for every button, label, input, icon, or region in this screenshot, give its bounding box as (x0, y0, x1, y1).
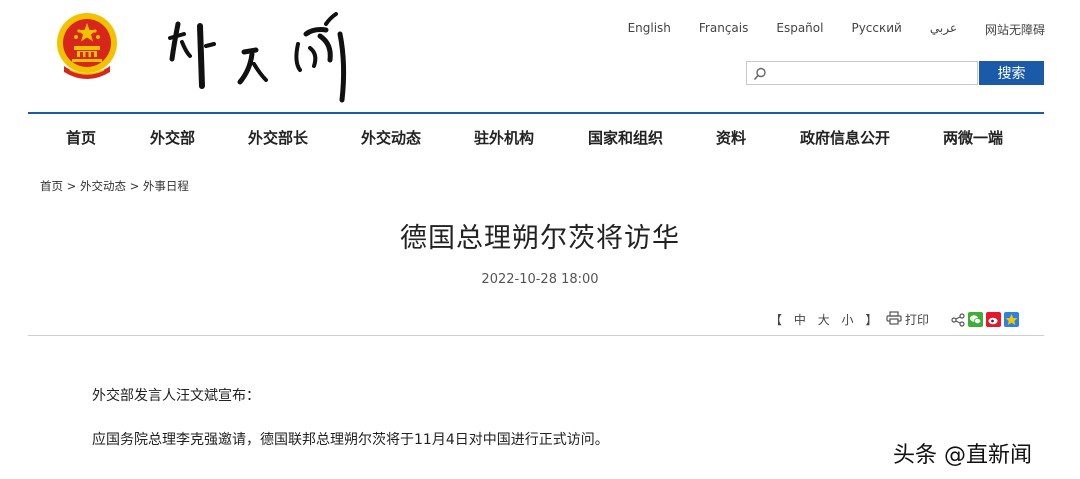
search-button[interactable]: 搜索 (979, 61, 1044, 85)
printer-icon (886, 311, 902, 328)
source-watermark: 头条 @直新闻 (893, 443, 1032, 468)
share-bar (951, 312, 1019, 330)
share-icon[interactable] (951, 312, 965, 330)
weibo-icon[interactable] (986, 312, 1001, 330)
lang-french[interactable]: Français (699, 21, 748, 38)
article-divider (28, 335, 1044, 336)
print-button[interactable]: 打印 (886, 311, 929, 328)
font-size-large-button[interactable]: 大 (818, 313, 830, 327)
nav-item-countries-orgs[interactable]: 国家和组织 (588, 127, 663, 148)
font-size-medium-button[interactable]: 中 (794, 313, 806, 327)
article-paragraph: 应国务院总理李克强邀请，德国联邦总理朔尔茨将于11月4日对中国进行正式访问。 (92, 432, 609, 448)
search-icon (753, 66, 767, 85)
lang-english[interactable]: English (628, 21, 671, 38)
nav-item-gov-info[interactable]: 政府信息公开 (800, 127, 890, 148)
nav-item-ministry[interactable]: 外交部 (150, 127, 195, 148)
lang-spanish[interactable]: Español (776, 21, 823, 38)
language-bar: English Français Español Русский عربي 网站… (600, 21, 1045, 38)
nav-item-missions-abroad[interactable]: 驻外机构 (474, 127, 534, 148)
nav-item-home[interactable]: 首页 (66, 127, 96, 148)
breadcrumb-diplomatic-news[interactable]: 外交动态 (80, 179, 126, 193)
search-box (746, 61, 978, 85)
breadcrumb-separator: > (66, 179, 77, 193)
font-size-bracket-close: 】 (865, 313, 878, 327)
main-nav: 首页 外交部 外交部长 外交动态 驻外机构 国家和组织 资料 政府信息公开 两微… (28, 114, 1044, 158)
lang-russian[interactable]: Русский (851, 21, 901, 38)
article-paragraph: 外交部发言人汪文斌宣布： (92, 388, 260, 404)
accessibility-link[interactable]: 网站无障碍 (985, 21, 1045, 38)
article-title: 德国总理朔尔茨将访华 (400, 223, 680, 254)
qzone-icon[interactable] (1004, 312, 1019, 330)
print-label: 打印 (905, 313, 930, 327)
nav-item-diplomatic-news[interactable]: 外交动态 (361, 127, 421, 148)
font-size-small-button[interactable]: 小 (842, 313, 854, 327)
font-size-controls: 【 中 大 小 】 (770, 311, 885, 328)
nav-item-resources[interactable]: 资料 (716, 127, 746, 148)
lang-arabic[interactable]: عربي (930, 21, 957, 38)
article-date: 2022-10-28 18:00 (481, 272, 599, 287)
search-input[interactable] (771, 64, 975, 84)
breadcrumb: 首页 > 外交动态 > 外事日程 (40, 178, 189, 194)
breadcrumb-schedule[interactable]: 外事日程 (143, 179, 189, 193)
national-emblem-logo[interactable] (52, 6, 122, 84)
font-size-bracket-open: 【 (770, 313, 783, 327)
wechat-icon[interactable] (968, 312, 983, 330)
nav-item-minister[interactable]: 外交部长 (248, 127, 308, 148)
breadcrumb-home[interactable]: 首页 (40, 179, 63, 193)
nav-item-social-media[interactable]: 两微一端 (943, 127, 1003, 148)
breadcrumb-separator: > (129, 179, 140, 193)
ministry-calligraphy-logo[interactable] (160, 4, 360, 104)
